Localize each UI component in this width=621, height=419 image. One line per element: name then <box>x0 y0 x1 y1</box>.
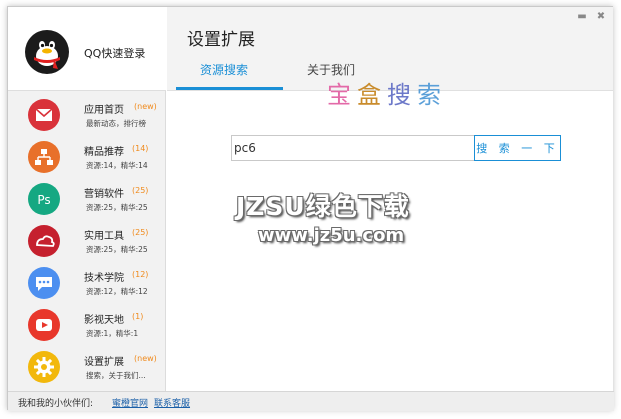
app-window: QQ快速登录 应用首页 (new) 最新动态，排行榜 精品推荐 (14) 资源:… <box>7 6 614 411</box>
sidebar-item-subtitle: 搜索，关于我们... <box>86 371 146 380</box>
sidebar: QQ快速登录 应用首页 (new) 最新动态，排行榜 精品推荐 (14) 资源:… <box>8 7 166 391</box>
minimize-button[interactable]: ▬ <box>575 11 589 22</box>
sidebar-item-title: 影视天地 <box>84 315 124 326</box>
close-button[interactable]: ✖ <box>594 11 608 22</box>
new-badge: (new) <box>134 354 157 363</box>
sidebar-item-title: 技术学院 <box>84 273 124 284</box>
sidebar-item-title: 营销软件 <box>84 189 124 200</box>
sidebar-item-subtitle: 资源:12，精华:12 <box>86 287 148 296</box>
active-tab-indicator <box>176 87 283 90</box>
sidebar-item-subtitle: 资源:1，精华:1 <box>86 329 139 338</box>
sidebar-item-featured[interactable]: 精品推荐 (14) 资源:14，精华:14 <box>8 137 166 179</box>
sidebar-item-marketing[interactable]: Ps 营销软件 (25) 资源:25，精华:25 <box>8 179 166 221</box>
sidebar-item-title: 实用工具 <box>84 231 124 242</box>
tab-resource-search[interactable]: 资源搜索 <box>200 61 248 78</box>
count-badge: (25) <box>132 186 149 195</box>
qq-penguin-avatar[interactable] <box>24 29 70 75</box>
profile-area: QQ快速登录 <box>8 7 166 91</box>
sidebar-item-title: 精品推荐 <box>84 147 124 158</box>
page-title: 设置扩展 <box>187 30 255 50</box>
count-badge: (1) <box>132 312 144 321</box>
chat-icon <box>28 267 60 299</box>
brand-char: 盒 <box>357 81 387 109</box>
brand-logo: 宝盒搜索 <box>327 75 447 110</box>
official-site-link[interactable]: 蜜橙官网 <box>112 396 148 409</box>
brand-char: 搜 <box>387 81 417 109</box>
qq-login-link[interactable]: QQ快速登录 <box>84 45 145 61</box>
contact-support-link[interactable]: 联系客服 <box>154 396 190 409</box>
count-badge: (12) <box>132 270 149 279</box>
sidebar-item-subtitle: 最新动态，排行榜 <box>86 119 146 128</box>
photoshop-icon: Ps <box>28 183 60 215</box>
count-badge: (25) <box>132 228 149 237</box>
mail-icon <box>28 99 60 131</box>
search-button[interactable]: 搜 索 一 下 <box>474 135 561 161</box>
footer-label: 我和我的小伙伴们: <box>18 399 94 409</box>
brand-char: 宝 <box>327 81 357 109</box>
sidebar-item-video[interactable]: 影视天地 (1) 资源:1，精华:1 <box>8 305 166 347</box>
brand-char: 索 <box>417 81 447 109</box>
gear-icon <box>28 351 60 383</box>
sidebar-item-subtitle: 资源:14，精华:14 <box>86 161 148 170</box>
search-input[interactable] <box>231 135 475 161</box>
count-badge: (14) <box>132 144 149 153</box>
sidebar-item-title: 设置扩展 <box>84 357 124 368</box>
footer-bar: 我和我的小伙伴们: 蜜橙官网 联系客服 <box>8 391 614 411</box>
sidebar-item-academy[interactable]: 技术学院 (12) 资源:12，精华:12 <box>8 263 166 305</box>
sidebar-item-title: 应用首页 <box>84 105 124 116</box>
sidebar-item-settings[interactable]: 设置扩展 (new) 搜索，关于我们... <box>8 347 166 389</box>
sidebar-item-subtitle: 资源:25，精华:25 <box>86 203 148 212</box>
sidebar-item-tools[interactable]: 实用工具 (25) 资源:25，精华:25 <box>8 221 166 263</box>
sidebar-item-subtitle: 资源:25，精华:25 <box>86 245 148 254</box>
sidebar-item-app-home[interactable]: 应用首页 (new) 最新动态，排行榜 <box>8 95 166 137</box>
sitemap-icon <box>28 141 60 173</box>
new-badge: (new) <box>134 102 157 111</box>
play-icon <box>28 309 60 341</box>
creative-cloud-icon <box>28 225 60 257</box>
svg-text:Ps: Ps <box>37 193 50 207</box>
main-panel: 设置扩展 资源搜索 关于我们 ▬ ✖ 宝盒搜索 搜 索 一 下 <box>167 7 613 391</box>
